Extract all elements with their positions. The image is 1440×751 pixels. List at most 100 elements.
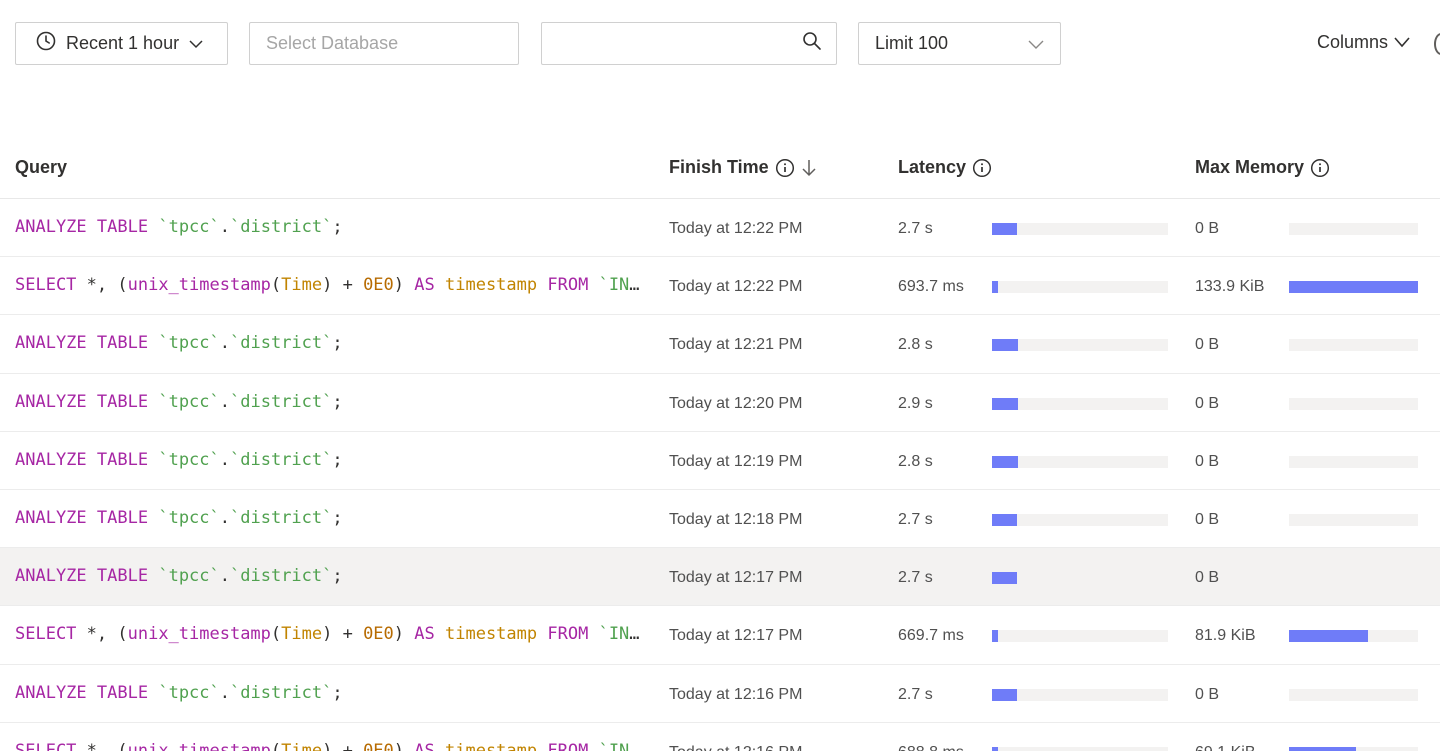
latency-bar-fill <box>992 688 1017 701</box>
query-token: FROM <box>547 275 589 296</box>
query-token <box>588 624 598 644</box>
query-token: ANALYZE <box>15 449 87 470</box>
query-token <box>537 624 547 644</box>
query-token <box>148 508 158 528</box>
table-row[interactable]: ANALYZE TABLE `tpcc`.`district`; Today at… <box>0 199 1440 258</box>
query-token <box>148 333 158 353</box>
column-header-finish-time[interactable]: Finish Time <box>669 157 817 178</box>
table-body: ANALYZE TABLE `tpcc`.`district`; Today at… <box>0 199 1440 751</box>
latency-bar-fill <box>992 281 999 294</box>
clock-icon <box>36 31 56 56</box>
query-token: timestamp <box>445 624 538 645</box>
query-token: 0E0 <box>363 624 394 645</box>
statements-table: Query Finish Time Latency Max Memory ANA… <box>0 140 1440 751</box>
query-token: TABLE <box>96 682 149 703</box>
table-row[interactable]: ANALYZE TABLE `tpcc`.`district`; Today at… <box>0 665 1440 723</box>
query-token: `district` <box>230 333 333 354</box>
finish-time-cell: Today at 12:22 PM <box>669 220 803 237</box>
search-input[interactable] <box>543 24 793 63</box>
query-token: FROM <box>547 740 589 751</box>
memory-bar <box>1289 746 1418 751</box>
column-header-max-memory[interactable]: Max Memory <box>1195 157 1330 178</box>
memory-bar <box>1289 281 1418 294</box>
memory-bar <box>1289 339 1418 352</box>
latency-cell: 669.7 ms <box>898 627 964 645</box>
query-token: TABLE <box>96 333 149 354</box>
latency-bar-fill <box>992 513 1017 526</box>
memory-bar-fill <box>1289 746 1357 751</box>
chevron-down-icon <box>189 33 203 54</box>
finish-time-cell: Today at 12:18 PM <box>669 510 803 528</box>
query-token: TABLE <box>96 566 149 587</box>
query-token: `INFORMATION_SCHEMA` <box>598 275 640 296</box>
query-token: Time <box>281 275 323 296</box>
query-token <box>148 392 158 412</box>
latency-cell: 2.7 s <box>898 569 933 587</box>
search-icon[interactable] <box>802 31 822 56</box>
query-token: 0E0 <box>363 275 394 296</box>
query-token: ( <box>270 740 282 751</box>
query-token: `district` <box>230 391 333 412</box>
info-icon[interactable] <box>1310 158 1330 178</box>
latency-bar-fill <box>992 455 1018 468</box>
latency-bar <box>992 455 1168 468</box>
query-token: 0E0 <box>363 740 394 751</box>
query-token: ; <box>332 217 343 237</box>
query-token: ANALYZE <box>15 566 87 587</box>
latency-bar-fill <box>992 223 1017 235</box>
query-token: . <box>219 333 231 354</box>
sort-descending-icon[interactable] <box>801 159 817 177</box>
query-token: ) <box>393 275 415 296</box>
finish-time-cell: Today at 12:20 PM <box>669 394 803 412</box>
latency-bar <box>992 397 1168 410</box>
query-token <box>87 333 97 353</box>
table-row[interactable]: ANALYZE TABLE `tpcc`.`district`; Today at… <box>0 374 1440 432</box>
table-row[interactable]: SELECT *, (unix_timestamp(Time) + 0E0) A… <box>0 606 1440 665</box>
latency-cell: 2.9 s <box>898 394 933 412</box>
column-header-latency[interactable]: Latency <box>898 157 992 178</box>
latency-bar <box>992 688 1168 701</box>
max-memory-cell: 81.9 KiB <box>1195 627 1256 645</box>
columns-button[interactable]: Columns <box>1317 32 1410 53</box>
query-token: TABLE <box>96 217 149 237</box>
latency-bar <box>992 223 1168 235</box>
query-token: `tpcc` <box>158 449 220 470</box>
more-options-icon[interactable] <box>1434 33 1440 55</box>
query-token: TABLE <box>96 391 149 412</box>
latency-cell: 2.7 s <box>898 685 933 703</box>
query-token <box>537 275 547 295</box>
query-token: . <box>219 217 231 237</box>
table-row[interactable]: SELECT *, (unix_timestamp(Time) + 0E0) A… <box>0 257 1440 316</box>
query-cell: ANALYZE TABLE `tpcc`.`district`; <box>15 508 640 528</box>
latency-bar-fill <box>992 339 1018 352</box>
max-memory-cell: 0 B <box>1195 685 1220 703</box>
query-cell: SELECT *, (unix_timestamp(Time) + 0E0) A… <box>15 275 640 295</box>
limit-select[interactable]: Limit 100 <box>858 22 1061 65</box>
column-header-query[interactable]: Query <box>15 157 67 178</box>
query-token: TABLE <box>96 507 149 528</box>
query-token: `district` <box>230 566 333 587</box>
query-token: `INFORMATION_SCHEMA` <box>598 624 640 645</box>
table-row[interactable]: ANALYZE TABLE `tpcc`.`district`; Today at… <box>0 548 1440 607</box>
query-token: *, ( <box>76 740 128 751</box>
table-row[interactable]: ANALYZE TABLE `tpcc`.`district`; Today at… <box>0 432 1440 490</box>
table-row[interactable]: ANALYZE TABLE `tpcc`.`district`; Today at… <box>0 490 1440 549</box>
query-token: SELECT <box>15 275 77 296</box>
table-row[interactable]: ANALYZE TABLE `tpcc`.`district`; Today at… <box>0 315 1440 374</box>
query-token: `tpcc` <box>158 566 220 587</box>
query-token: AS <box>414 740 435 751</box>
toolbar: Recent 1 hour Select Database Limit 100 … <box>0 0 1440 90</box>
query-token: timestamp <box>445 740 538 751</box>
table-row[interactable]: SELECT *, (unix_timestamp(Time) + 0E0) A… <box>0 723 1440 751</box>
memory-bar <box>1289 513 1418 526</box>
max-memory-cell: 0 B <box>1195 394 1220 412</box>
info-icon[interactable] <box>775 158 795 178</box>
max-memory-cell: 0 B <box>1195 220 1220 237</box>
query-token <box>87 508 97 528</box>
search-box[interactable] <box>541 22 837 65</box>
time-range-picker[interactable]: Recent 1 hour <box>15 22 228 65</box>
query-token: ; <box>332 566 343 587</box>
database-select[interactable]: Select Database <box>249 22 519 65</box>
info-icon[interactable] <box>972 158 992 178</box>
query-token: Time <box>281 624 323 645</box>
